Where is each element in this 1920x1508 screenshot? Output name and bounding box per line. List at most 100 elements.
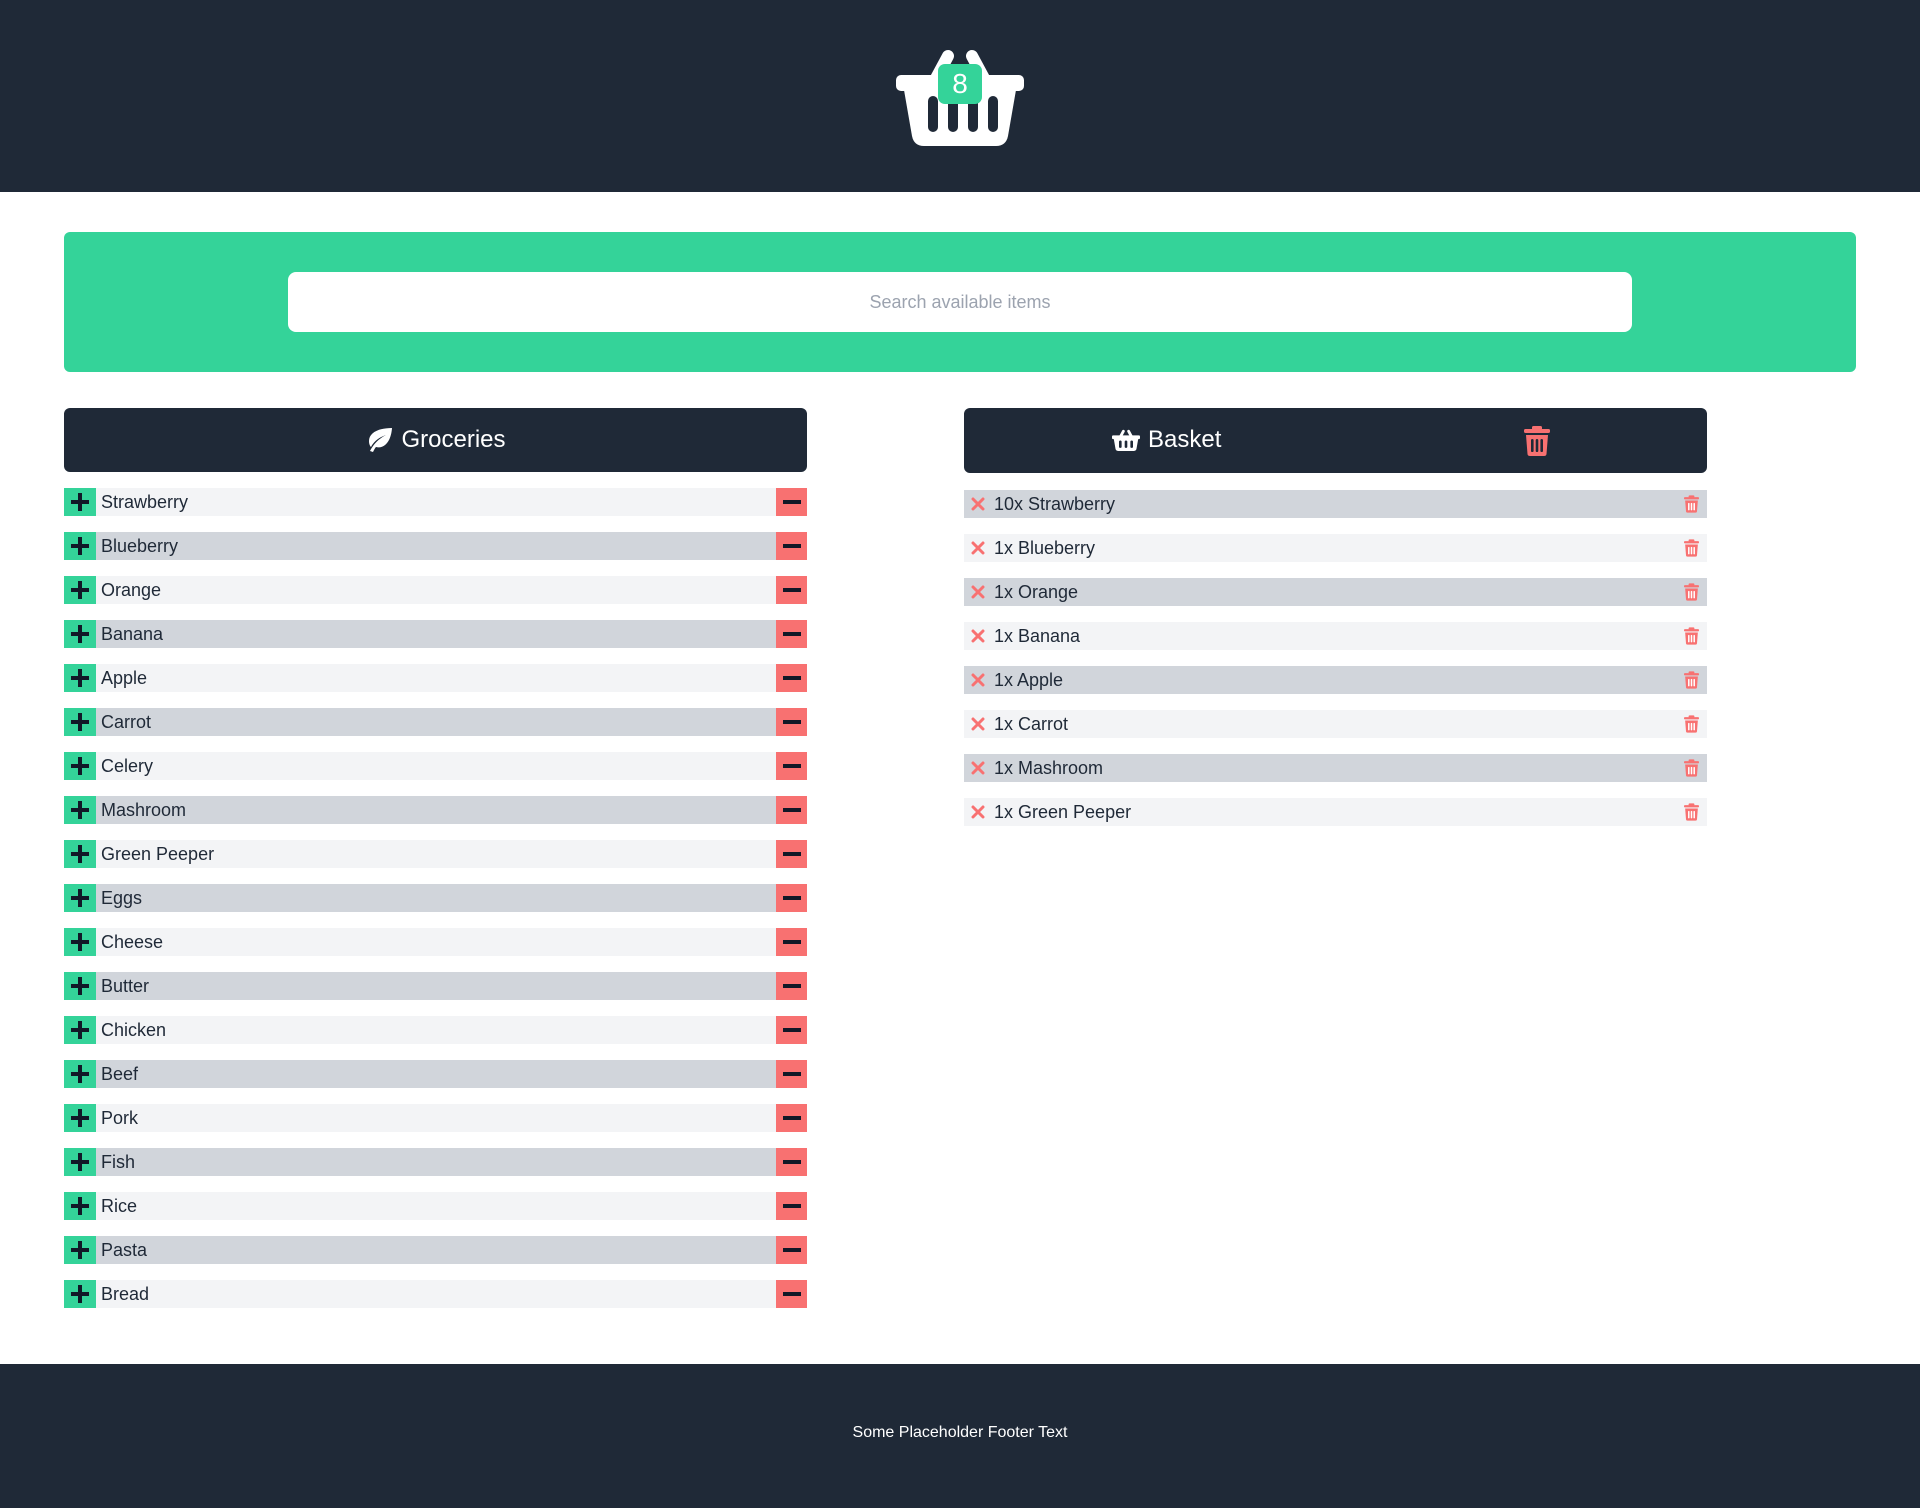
minus-icon <box>782 1248 801 1252</box>
grocery-label: Banana <box>101 623 164 644</box>
remove-item-button[interactable] <box>776 752 807 780</box>
minus-icon <box>782 1028 801 1032</box>
minus-icon <box>782 808 801 812</box>
basket-count-badge: 8 <box>938 64 982 104</box>
grocery-row: Bread <box>64 1280 807 1308</box>
add-item-button[interactable] <box>64 708 96 736</box>
decrease-item-button[interactable] <box>964 622 992 650</box>
delete-item-button[interactable] <box>1681 626 1701 646</box>
footer-text: Some Placeholder Footer Text <box>852 1424 1068 1441</box>
grocery-row: Banana <box>64 620 807 648</box>
remove-item-button[interactable] <box>776 532 807 560</box>
grocery-label: Blueberry <box>101 535 179 556</box>
plus-icon <box>71 1241 89 1259</box>
basket-row: 1x Blueberry <box>964 534 1707 562</box>
remove-item-button[interactable] <box>776 1236 807 1264</box>
add-item-button[interactable] <box>64 576 96 604</box>
plus-icon <box>71 1197 89 1215</box>
delete-item-button[interactable] <box>1681 494 1701 514</box>
grocery-label: Apple <box>101 667 148 688</box>
add-item-button[interactable] <box>64 620 96 648</box>
add-item-button[interactable] <box>64 488 96 516</box>
app-header: 8 <box>0 0 1920 192</box>
decrease-item-button[interactable] <box>964 754 992 782</box>
basket-row: 10x Strawberry <box>964 490 1707 518</box>
delete-item-button[interactable] <box>1681 758 1701 778</box>
grocery-row: Eggs <box>64 884 807 912</box>
add-item-button[interactable] <box>64 840 96 868</box>
plus-icon <box>71 669 89 687</box>
remove-item-button[interactable] <box>776 620 807 648</box>
remove-item-button[interactable] <box>776 1104 807 1132</box>
add-item-button[interactable] <box>64 1104 96 1132</box>
remove-item-button[interactable] <box>776 488 807 516</box>
trash-icon <box>1683 803 1699 821</box>
trash-icon <box>1683 627 1699 645</box>
grocery-row: Apple <box>64 664 807 692</box>
decrease-item-button[interactable] <box>964 710 992 738</box>
add-item-button[interactable] <box>64 1016 96 1044</box>
plus-icon <box>71 845 89 863</box>
plus-icon <box>71 801 89 819</box>
trash-icon <box>1683 759 1699 777</box>
grocery-row: Pasta <box>64 1236 807 1264</box>
add-item-button[interactable] <box>64 1060 96 1088</box>
add-item-button[interactable] <box>64 928 96 956</box>
delete-item-button[interactable] <box>1681 714 1701 734</box>
grocery-row: Mashroom <box>64 796 807 824</box>
minus-icon <box>782 1160 801 1164</box>
plus-icon <box>71 493 89 511</box>
remove-item-button[interactable] <box>776 664 807 692</box>
remove-item-button[interactable] <box>776 796 807 824</box>
delete-item-button[interactable] <box>1681 582 1701 602</box>
decrease-item-button[interactable] <box>964 534 992 562</box>
remove-item-button[interactable] <box>776 576 807 604</box>
add-item-button[interactable] <box>64 1148 96 1176</box>
add-item-button[interactable] <box>64 1280 96 1308</box>
add-item-button[interactable] <box>64 532 96 560</box>
minus-icon <box>782 588 801 592</box>
remove-item-button[interactable] <box>776 972 807 1000</box>
grocery-row: Beef <box>64 1060 807 1088</box>
delete-item-button[interactable] <box>1681 538 1701 558</box>
plus-icon <box>71 889 89 907</box>
remove-item-button[interactable] <box>776 928 807 956</box>
basket-item-label: 1x Banana <box>994 625 1081 646</box>
add-item-button[interactable] <box>64 1192 96 1220</box>
remove-item-button[interactable] <box>776 1192 807 1220</box>
remove-item-button[interactable] <box>776 1016 807 1044</box>
basket-item-label: 1x Mashroom <box>994 757 1104 778</box>
delete-item-button[interactable] <box>1681 802 1701 822</box>
remove-item-button[interactable] <box>776 840 807 868</box>
add-item-button[interactable] <box>64 752 96 780</box>
minus-icon <box>782 1292 801 1296</box>
page-footer: Some Placeholder Footer Text <box>0 1364 1920 1508</box>
decrease-item-button[interactable] <box>964 798 992 826</box>
remove-item-button[interactable] <box>776 708 807 736</box>
remove-item-button[interactable] <box>776 1060 807 1088</box>
groceries-header: Groceries <box>64 408 807 472</box>
add-item-button[interactable] <box>64 972 96 1000</box>
x-icon <box>971 629 985 643</box>
grocery-label: Green Peeper <box>101 843 215 864</box>
decrease-item-button[interactable] <box>964 490 992 518</box>
add-item-button[interactable] <box>64 884 96 912</box>
clear-basket-button[interactable] <box>1524 426 1550 456</box>
grocery-row: Green Peeper <box>64 840 807 868</box>
remove-item-button[interactable] <box>776 884 807 912</box>
basket-item-label: 1x Orange <box>994 581 1079 602</box>
remove-item-button[interactable] <box>776 1148 807 1176</box>
delete-item-button[interactable] <box>1681 670 1701 690</box>
plus-icon <box>71 1065 89 1083</box>
decrease-item-button[interactable] <box>964 578 992 606</box>
basket-row: 1x Apple <box>964 666 1707 694</box>
remove-item-button[interactable] <box>776 1280 807 1308</box>
add-item-button[interactable] <box>64 796 96 824</box>
search-input[interactable] <box>288 272 1632 332</box>
add-item-button[interactable] <box>64 664 96 692</box>
add-item-button[interactable] <box>64 1236 96 1264</box>
decrease-item-button[interactable] <box>964 666 992 694</box>
basket-list: 10x Strawberry 1x Blueberry 1x Orange 1x Ba… <box>964 490 1707 842</box>
trash-icon <box>1683 539 1699 557</box>
grocery-label: Bread <box>101 1283 150 1304</box>
